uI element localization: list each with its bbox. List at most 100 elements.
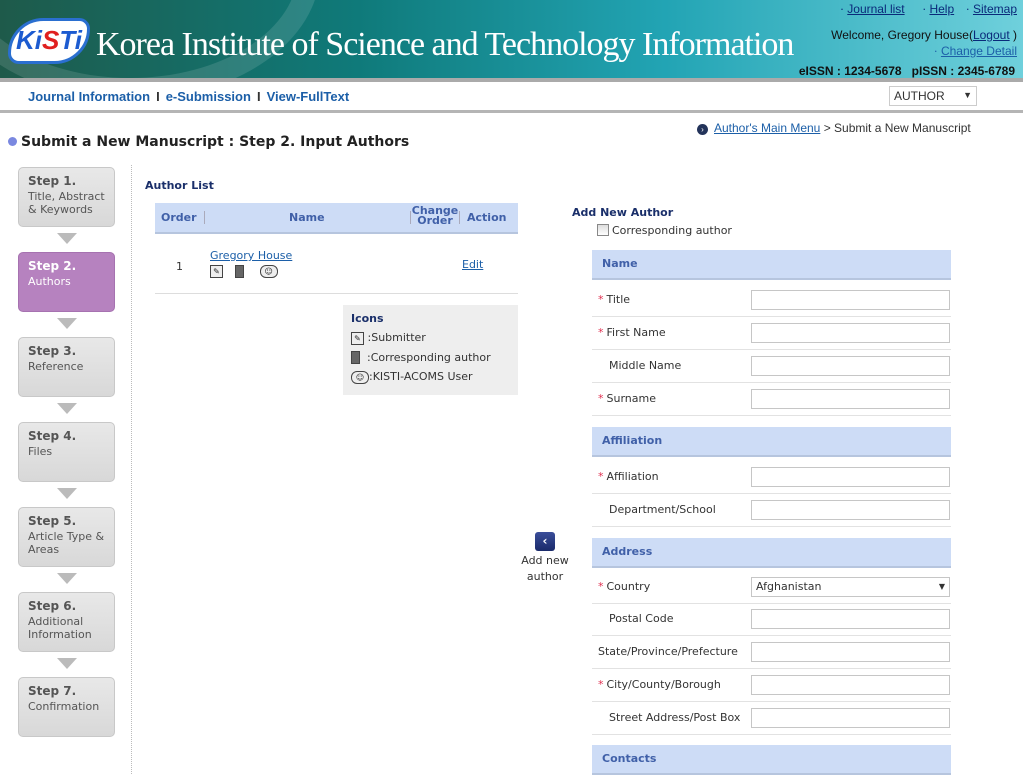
section-affiliation: Affiliation: [592, 427, 951, 457]
nav-view-fulltext[interactable]: View-FullText: [267, 89, 350, 104]
pissn: pISSN : 2345-6789: [911, 64, 1015, 78]
checkbox[interactable]: [597, 224, 609, 236]
affiliation-input[interactable]: [751, 467, 950, 487]
city-input[interactable]: [751, 675, 950, 695]
submitter-icon: ✎: [210, 265, 223, 278]
main-nav: Journal Information Ie-Submission I View-Fu…: [28, 89, 349, 104]
step-label: Authors: [28, 275, 71, 288]
change-detail-wrap: · Change Detail: [933, 44, 1017, 58]
affiliation-label-text: Affiliation: [606, 470, 659, 483]
field-row-middle_name: Middle Name: [592, 350, 951, 383]
submitter-icon: ✎: [351, 331, 364, 345]
postal-input[interactable]: [751, 609, 950, 629]
street-input[interactable]: [751, 708, 950, 728]
step-label: Reference: [28, 360, 84, 373]
state-input[interactable]: [751, 642, 950, 662]
add-new-author-title: Add New Author: [572, 206, 674, 219]
kisti-acoms-user-icon: ☺: [259, 265, 278, 278]
nav-separator: I: [256, 89, 261, 104]
step-number: Step 2.: [28, 259, 77, 273]
step-arrow-icon: [57, 488, 77, 499]
step-number: Step 4.: [28, 429, 77, 443]
step-label: Confirmation: [28, 700, 100, 713]
first_name-input[interactable]: [751, 323, 950, 343]
role-select[interactable]: AUTHOR ▼: [889, 86, 977, 106]
welcome-text: Welcome, Gregory House(Logout ): [831, 28, 1017, 42]
col-change-order: Change Order: [411, 204, 459, 227]
nav-separator: I: [156, 89, 160, 104]
street-label-text: Street Address/Post Box: [609, 711, 741, 724]
country-select[interactable]: Afghanistan ▼: [751, 577, 950, 597]
street-label: Street Address/Post Box: [609, 711, 740, 724]
table-row: 1 Gregory House ✎ ☺ Edit: [155, 234, 518, 294]
affiliation-label: * Affiliation: [598, 470, 659, 483]
title-label-text: Title: [606, 293, 631, 306]
divider: [0, 110, 1023, 113]
step-number: Step 3.: [28, 344, 77, 358]
breadcrumb: › Author's Main Menu > Submit a New Manus…: [697, 121, 971, 135]
col-action: Action: [467, 211, 507, 224]
corresponding-label: Corresponding author: [612, 224, 732, 237]
step-arrow-icon: [57, 318, 77, 329]
title-input[interactable]: [751, 290, 950, 310]
edit-author-link[interactable]: Edit: [462, 258, 483, 271]
surname-input[interactable]: [751, 389, 950, 409]
add-new-author-label[interactable]: Add new author: [515, 553, 575, 585]
issn: eISSN : 1234-5678 pISSN : 2345-6789: [799, 64, 1015, 78]
step-4[interactable]: Step 4. Files: [18, 422, 115, 482]
step-2[interactable]: Step 2. Authors: [18, 252, 115, 312]
legend-kisti-user: :KISTI-ACOMS User: [369, 370, 473, 383]
middle_name-input[interactable]: [751, 356, 950, 376]
nav-e-submission[interactable]: e-Submission: [166, 89, 251, 104]
help-link[interactable]: Help: [929, 2, 954, 16]
arrow-circle-icon: ›: [697, 124, 708, 135]
surname-label: * Surname: [598, 392, 656, 405]
sitemap-link[interactable]: Sitemap: [973, 2, 1017, 16]
surname-label-text: Surname: [606, 392, 656, 405]
middle_name-label: Middle Name: [609, 359, 681, 372]
chevron-down-icon: ▼: [938, 582, 945, 591]
welcome-label: Welcome, Gregory House(: [831, 28, 973, 42]
city-label-text: City/County/Borough: [606, 678, 721, 691]
author-name-link[interactable]: Gregory House: [210, 249, 292, 262]
step-number: Step 5.: [28, 514, 77, 528]
department-label-text: Department/School: [609, 503, 716, 516]
step-arrow-icon: [57, 573, 77, 584]
welcome-close: ): [1013, 28, 1017, 42]
chevron-down-icon: ▼: [963, 90, 972, 100]
corresponding-author-checkbox[interactable]: Corresponding author: [597, 224, 732, 237]
field-row-surname: * Surname: [592, 383, 951, 416]
section-name: Name: [592, 250, 951, 280]
state-label: State/Province/Prefecture: [598, 645, 738, 658]
icons-legend: Icons ✎ :Submitter :Corresponding author…: [343, 305, 518, 395]
divider: [0, 78, 1023, 82]
nav-journal-information[interactable]: Journal Information: [28, 89, 150, 104]
col-name: Name: [289, 211, 325, 224]
required-mark: *: [598, 326, 604, 339]
required-mark: *: [598, 293, 604, 306]
step-number: Step 6.: [28, 599, 77, 613]
department-input[interactable]: [751, 500, 950, 520]
step-7[interactable]: Step 7. Confirmation: [18, 677, 115, 737]
step-5[interactable]: Step 5. Article Type & Areas: [18, 507, 115, 567]
first_name-label-text: First Name: [606, 326, 666, 339]
divider: [131, 165, 132, 774]
change-detail-link[interactable]: Change Detail: [941, 44, 1017, 58]
add-new-author-button[interactable]: ‹: [535, 532, 555, 551]
chevron-left-icon: ‹: [542, 534, 548, 548]
legend-corresponding: :Corresponding author: [367, 350, 491, 364]
author-table: Order Name Change Order Action 1 Gregory…: [155, 203, 518, 294]
site-header: KiSTi Korea Institute of Science and Tec…: [0, 0, 1023, 78]
step-6[interactable]: Step 6. Additional Information: [18, 592, 115, 652]
logout-link[interactable]: Logout: [973, 28, 1010, 42]
section-address: Address: [592, 538, 951, 568]
corresponding-author-icon: [351, 351, 360, 364]
step-label: Additional Information: [28, 615, 92, 641]
step-arrow-icon: [57, 403, 77, 414]
required-mark: *: [598, 580, 604, 593]
journal-list-link[interactable]: Journal list: [847, 2, 904, 16]
step-3[interactable]: Step 3. Reference: [18, 337, 115, 397]
step-arrow-icon: [57, 658, 77, 669]
step-1[interactable]: Step 1. Title, Abstract & Keywords: [18, 167, 115, 227]
authors-main-menu-link[interactable]: Author's Main Menu: [714, 121, 820, 135]
